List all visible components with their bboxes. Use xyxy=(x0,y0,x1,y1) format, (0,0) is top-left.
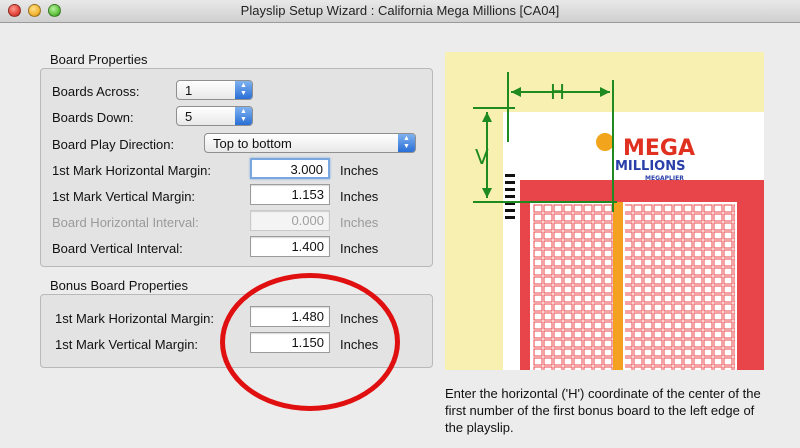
stepper-arrows-icon: ▲ ▼ xyxy=(235,107,252,125)
play-direction-value: Top to bottom xyxy=(213,136,292,151)
playslip-svg: MEGA MILLIONS MEGAPLIER H V xyxy=(473,72,764,370)
v-interval-input[interactable]: 1.400 xyxy=(250,236,330,257)
h-interval-input[interactable]: 0.000 xyxy=(250,210,330,231)
h-margin-input[interactable]: 3.000 xyxy=(250,158,330,179)
board-grid-2 xyxy=(625,204,735,370)
play-direction-label: Board Play Direction: xyxy=(52,137,175,152)
bonus-h-margin-unit: Inches xyxy=(340,311,379,326)
playslip-diagram: MEGA MILLIONS MEGAPLIER H V xyxy=(445,52,764,370)
h-interval-unit: Inches xyxy=(340,215,379,230)
board-properties-title: Board Properties xyxy=(50,52,148,67)
h-margin-label: 1st Mark Horizontal Margin: xyxy=(52,163,211,178)
v-margin-input[interactable]: 1.153 xyxy=(250,184,330,205)
v-margin-unit: Inches xyxy=(340,189,379,204)
play-direction-select[interactable]: Top to bottom ▲ ▼ xyxy=(204,133,416,153)
slip-right-border xyxy=(737,202,764,370)
logo-bottom-text: MILLIONS xyxy=(615,159,685,174)
stepper-arrows-icon: ▲ ▼ xyxy=(235,81,252,99)
instruction-text: Enter the horizontal ('H') coordinate of… xyxy=(445,386,761,435)
boards-down-value: 5 xyxy=(185,109,193,124)
bonus-board-properties-panel xyxy=(40,294,433,368)
boards-down-select[interactable]: 5 ▲ ▼ xyxy=(176,106,253,126)
h-margin-unit: Inches xyxy=(340,163,379,178)
h-dimension-label: H xyxy=(550,80,565,104)
boards-down-label: Boards Down: xyxy=(52,110,134,125)
logo-top-text: MEGA xyxy=(623,136,695,161)
bonus-column xyxy=(613,202,623,370)
boards-across-label: Boards Across: xyxy=(52,84,140,99)
slip-left-border xyxy=(520,180,530,370)
bonus-v-margin-unit: Inches xyxy=(340,337,379,352)
bonus-h-margin-input[interactable]: 1.480 xyxy=(250,306,330,327)
boards-across-value: 1 xyxy=(185,83,193,98)
board-grid-1 xyxy=(533,204,613,370)
v-interval-unit: Inches xyxy=(340,241,379,256)
v-interval-label: Board Vertical Interval: xyxy=(52,241,183,256)
h-interval-label: Board Horizontal Interval: xyxy=(52,215,199,230)
boards-across-select[interactable]: 1 ▲ ▼ xyxy=(176,80,253,100)
window-title: Playslip Setup Wizard : California Mega … xyxy=(240,3,560,18)
v-dimension-label: V xyxy=(475,145,489,169)
bonus-h-margin-label: 1st Mark Horizontal Margin: xyxy=(55,311,214,326)
slip-header-strip xyxy=(520,180,764,202)
bonus-v-margin-label: 1st Mark Vertical Margin: xyxy=(55,337,199,352)
title-bar: Playslip Setup Wizard : California Mega … xyxy=(0,0,800,23)
bonus-board-properties-title: Bonus Board Properties xyxy=(50,278,189,293)
bonus-v-margin-input[interactable]: 1.150 xyxy=(250,332,330,353)
dropdown-arrows-icon: ▲ ▼ xyxy=(398,134,415,152)
v-margin-label: 1st Mark Vertical Margin: xyxy=(52,189,196,204)
